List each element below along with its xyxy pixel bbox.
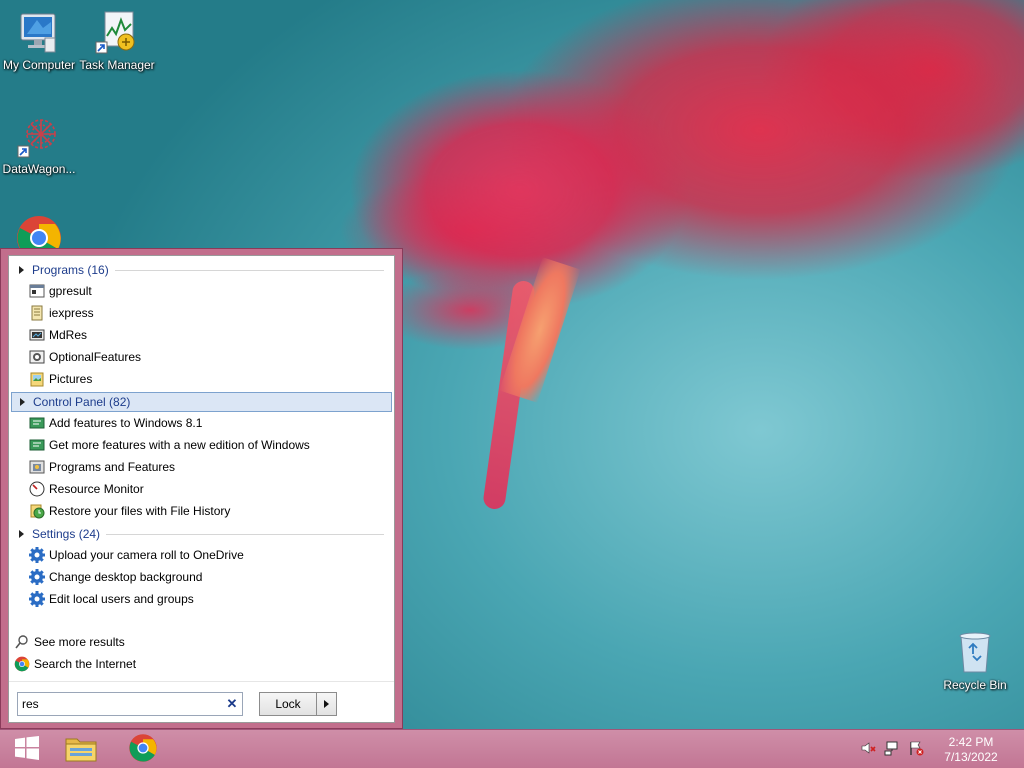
task-manager-icon: [93, 8, 141, 56]
recycle-bin-icon: [951, 628, 999, 676]
lock-button[interactable]: Lock: [260, 693, 317, 715]
result-item-upload-camera-roll[interactable]: Upload your camera roll to OneDrive: [29, 544, 244, 566]
memory-diagnostic-icon: [29, 327, 45, 343]
console-app-icon: [29, 283, 45, 299]
action-center-icon[interactable]: [908, 740, 924, 759]
gear-icon: [29, 569, 45, 585]
power-options-arrow[interactable]: [317, 693, 336, 715]
chrome-icon: [14, 656, 30, 672]
taskbar-clock[interactable]: 2:42 PM 7/13/2022: [934, 735, 1008, 765]
taskbar-file-explorer[interactable]: [54, 732, 108, 766]
gear-icon: [29, 591, 45, 607]
desktop-icon-label: Task Manager: [79, 58, 155, 72]
network-icon[interactable]: [884, 740, 900, 759]
file-history-icon: [29, 503, 45, 519]
search-input[interactable]: [18, 694, 222, 714]
result-item-pictures[interactable]: Pictures: [29, 368, 92, 390]
result-item-programs-and-features[interactable]: Programs and Features: [29, 456, 175, 478]
windows-features-icon: [29, 415, 45, 431]
result-item-optionalfeatures[interactable]: OptionalFeatures: [29, 346, 141, 368]
result-item-add-features[interactable]: Add features to Windows 8.1: [29, 412, 202, 434]
desktop-icon-label: Recycle Bin: [943, 678, 1007, 692]
speaker-muted-icon[interactable]: [860, 740, 876, 759]
result-item-change-desktop-background[interactable]: Change desktop background: [29, 566, 202, 588]
desktop-icon-label: DataWagon...: [2, 162, 76, 176]
chevron-right-icon: [324, 700, 329, 708]
result-item-file-history[interactable]: Restore your files with File History: [29, 500, 230, 522]
result-item-edit-local-users[interactable]: Edit local users and groups: [29, 588, 194, 610]
system-tray: 2:42 PM 7/13/2022: [860, 730, 1024, 768]
result-item-gpresult[interactable]: gpresult: [29, 280, 92, 302]
taskbar-chrome[interactable]: [116, 732, 170, 766]
gear-icon: [29, 547, 45, 563]
search-internet-link[interactable]: Search the Internet: [14, 653, 136, 675]
expand-arrow-icon: [19, 530, 24, 538]
lock-split-button[interactable]: Lock: [259, 692, 337, 716]
windows-start-icon: [13, 734, 41, 765]
clear-search-icon[interactable]: ✕: [222, 696, 242, 712]
see-more-results-link[interactable]: See more results: [14, 631, 125, 653]
datawagon-icon: [15, 112, 63, 160]
windows-features-icon: [29, 437, 45, 453]
desktop-icon-label: My Computer: [2, 58, 76, 72]
desktop-icon-my-computer[interactable]: My Computer: [0, 8, 78, 72]
group-label: Programs (16): [32, 263, 109, 277]
programs-features-icon: [29, 459, 45, 475]
results-group-settings[interactable]: Settings (24): [11, 524, 392, 544]
computer-icon: [15, 8, 63, 56]
results-group-programs[interactable]: Programs (16): [11, 260, 392, 280]
desktop-icon-task-manager[interactable]: Task Manager: [78, 8, 156, 72]
result-item-resource-monitor[interactable]: Resource Monitor: [29, 478, 144, 500]
result-item-mdres[interactable]: MdRes: [29, 324, 87, 346]
expand-arrow-icon: [19, 266, 24, 274]
resource-monitor-icon: [29, 481, 45, 497]
group-divider: [106, 533, 384, 535]
results-group-control-panel[interactable]: Control Panel (82): [11, 392, 392, 412]
search-results-list: Programs (16) gpresult iexpress MdRes Op…: [8, 255, 395, 723]
file-explorer-icon: [64, 733, 98, 766]
clock-date: 7/13/2022: [944, 749, 998, 764]
pictures-folder-icon: [29, 371, 45, 387]
divider: [9, 681, 394, 682]
group-label: Settings (24): [32, 527, 101, 541]
expand-arrow-icon: [20, 398, 25, 406]
start-search-panel: Programs (16) gpresult iexpress MdRes Op…: [0, 248, 403, 729]
start-button[interactable]: [0, 732, 54, 766]
taskbar: 2:42 PM 7/13/2022: [0, 729, 1024, 768]
clock-time: 2:42 PM: [948, 734, 994, 749]
chrome-icon: [128, 733, 158, 766]
desktop-icon-recycle-bin[interactable]: Recycle Bin: [936, 628, 1014, 692]
result-item-get-more-features[interactable]: Get more features with a new edition of …: [29, 434, 310, 456]
desktop-icon-datawagon[interactable]: DataWagon...: [0, 112, 78, 176]
result-item-iexpress[interactable]: iexpress: [29, 302, 94, 324]
group-divider: [114, 269, 384, 271]
package-icon: [29, 305, 45, 321]
group-label: Control Panel (82): [33, 395, 131, 409]
optional-features-icon: [29, 349, 45, 365]
search-icon: [14, 634, 30, 650]
start-search-box[interactable]: ✕: [17, 692, 243, 716]
